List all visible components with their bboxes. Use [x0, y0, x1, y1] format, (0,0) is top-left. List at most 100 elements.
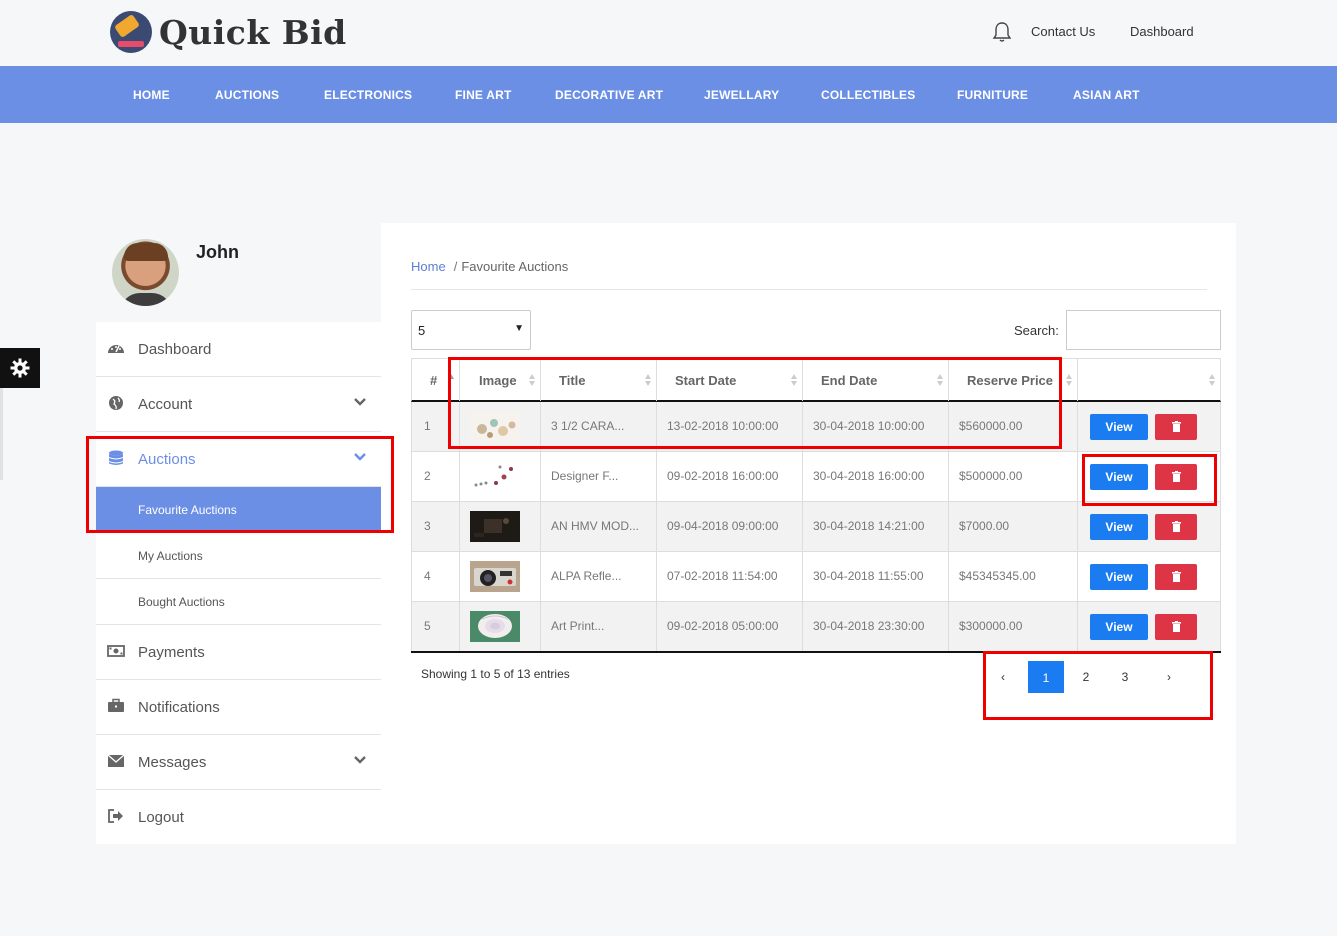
chevron-down-icon[interactable]	[353, 753, 367, 767]
pagination-page-3[interactable]: 3	[1111, 661, 1139, 693]
trash-icon	[1172, 571, 1181, 582]
dark-photo-thumbnail[interactable]	[470, 511, 520, 542]
reserve-price: $500000.00	[959, 469, 1023, 483]
column-header-start-date[interactable]: Start Date	[657, 359, 803, 401]
row-number: 5	[424, 619, 431, 633]
sidebar-item-notifications[interactable]: Notifications	[96, 680, 381, 735]
sidebar-label-payments: Payments	[138, 644, 205, 661]
start-date: 13-02-2018 10:00:00	[667, 419, 779, 433]
delete-button[interactable]	[1155, 414, 1197, 440]
nav-electronics[interactable]: ELECTRONICS	[324, 88, 412, 102]
globe-icon	[109, 396, 123, 410]
table-row: 2 Designer F... 09-02-2018 16:00:00 30-0…	[411, 452, 1221, 502]
delete-button[interactable]	[1155, 564, 1197, 590]
column-header-title[interactable]: Title	[541, 359, 657, 401]
jewelry-thumbnail[interactable]	[470, 411, 520, 442]
delete-button[interactable]	[1155, 614, 1197, 640]
column-header-actions[interactable]	[1078, 359, 1220, 401]
row-number: 4	[424, 569, 431, 583]
auction-title: Art Print...	[551, 619, 605, 633]
chevron-down-icon[interactable]	[353, 395, 367, 409]
page-size-value: 5	[418, 323, 426, 338]
sidebar-item-favourite-auctions[interactable]: Favourite Auctions	[96, 487, 381, 533]
bell-icon[interactable]	[992, 21, 1012, 43]
auction-title: 3 1/2 CARA...	[551, 419, 625, 433]
pagination-previous[interactable]: ‹	[991, 661, 1015, 693]
earrings-thumbnail[interactable]	[470, 461, 520, 492]
sidebar-item-payments[interactable]: Payments	[96, 625, 381, 680]
pagination-page-2[interactable]: 2	[1072, 661, 1100, 693]
gavel-icon	[110, 11, 152, 53]
sidebar-item-auctions[interactable]: Auctions	[96, 432, 381, 487]
sidebar-item-bought-auctions[interactable]: Bought Auctions	[96, 579, 381, 625]
pagination-next[interactable]: ›	[1157, 661, 1181, 693]
trash-icon	[1172, 621, 1181, 632]
view-button[interactable]: View	[1090, 464, 1148, 490]
sidebar-item-my-auctions[interactable]: My Auctions	[96, 533, 381, 579]
auction-title: ALPA Refle...	[551, 569, 622, 583]
reserve-price: $45345345.00	[959, 569, 1036, 583]
top-header: Quick Bid Contact Us Dashboard	[0, 0, 1337, 66]
sort-asc-icon	[448, 374, 454, 379]
contact-us-link[interactable]: Contact Us	[1031, 24, 1095, 39]
column-header-reserve-price[interactable]: Reserve Price	[949, 359, 1078, 401]
pagination-page-1[interactable]: 1	[1028, 661, 1064, 693]
nav-jewellary[interactable]: JEWELLARY	[704, 88, 779, 102]
breadcrumb-home[interactable]: Home	[411, 259, 446, 274]
sort-icon	[1209, 374, 1215, 386]
sidebar-item-dashboard[interactable]: Dashboard	[96, 322, 381, 377]
sidebar-item-messages[interactable]: Messages	[96, 735, 381, 790]
sidebar-item-logout[interactable]: Logout	[96, 790, 381, 845]
nav-asian-art[interactable]: ASIAN ART	[1073, 88, 1140, 102]
nav-auctions[interactable]: AUCTIONS	[215, 88, 279, 102]
table-row: 5 Art Print... 09-02-2018 05:00:00 30-04…	[411, 602, 1221, 652]
money-icon	[107, 645, 125, 657]
delete-button[interactable]	[1155, 514, 1197, 540]
avatar	[112, 239, 179, 306]
row-number: 1	[424, 419, 431, 433]
envelope-icon	[107, 754, 125, 767]
column-label-start-date: Start Date	[675, 373, 737, 388]
delete-button[interactable]	[1155, 464, 1197, 490]
settings-gear-tab[interactable]	[0, 348, 40, 388]
sidebar-label-account: Account	[138, 396, 193, 413]
breadcrumb-current: Favourite Auctions	[461, 259, 569, 274]
briefcase-icon	[108, 698, 124, 712]
page-size-select[interactable]: 5 ▼	[411, 310, 531, 350]
search-input[interactable]	[1066, 310, 1221, 350]
dashboard-link[interactable]: Dashboard	[1130, 24, 1194, 39]
trash-icon	[1172, 521, 1181, 532]
column-header-end-date[interactable]: End Date	[803, 359, 949, 401]
sidebar-label-auctions: Auctions	[138, 451, 196, 468]
rose-thumbnail[interactable]	[470, 611, 520, 642]
camera-thumbnail[interactable]	[470, 561, 520, 592]
sidebar-item-account[interactable]: Account	[96, 377, 381, 432]
nav-decorative-art[interactable]: DECORATIVE ART	[555, 88, 663, 102]
start-date: 09-02-2018 05:00:00	[667, 619, 779, 633]
view-button[interactable]: View	[1090, 564, 1148, 590]
sort-icon	[937, 374, 943, 386]
end-date: 30-04-2018 16:00:00	[813, 469, 925, 483]
column-header-number[interactable]: #	[412, 359, 460, 401]
sidebar-label-bought: Bought Auctions	[138, 595, 225, 609]
view-button[interactable]: View	[1090, 414, 1148, 440]
view-button[interactable]: View	[1090, 614, 1148, 640]
nav-furniture[interactable]: FURNITURE	[957, 88, 1028, 102]
reserve-price: $7000.00	[959, 519, 1010, 533]
brand-logo[interactable]: Quick Bid	[110, 11, 347, 53]
nav-home[interactable]: HOME	[133, 88, 170, 102]
column-header-image[interactable]: Image	[460, 359, 541, 401]
column-label-number: #	[430, 373, 438, 388]
table-row: 1 3 1/2 CARA... 13-02-2018 10:00:00 30-0…	[411, 402, 1221, 452]
gear-icon	[10, 358, 30, 378]
table-row: 4 ALPA Refle... 07-02-2018 11:54:00 30-0…	[411, 552, 1221, 602]
profile-card: John	[96, 223, 381, 322]
column-label-title: Title	[559, 373, 586, 388]
nav-fine-art[interactable]: FINE ART	[455, 88, 512, 102]
view-button[interactable]: View	[1090, 514, 1148, 540]
chevron-down-icon[interactable]	[353, 450, 367, 464]
breadcrumb: Home / Favourite Auctions	[411, 259, 568, 274]
table-footer-rule	[411, 651, 1221, 653]
sort-icon	[529, 374, 535, 386]
nav-collectibles[interactable]: COLLECTIBLES	[821, 88, 915, 102]
